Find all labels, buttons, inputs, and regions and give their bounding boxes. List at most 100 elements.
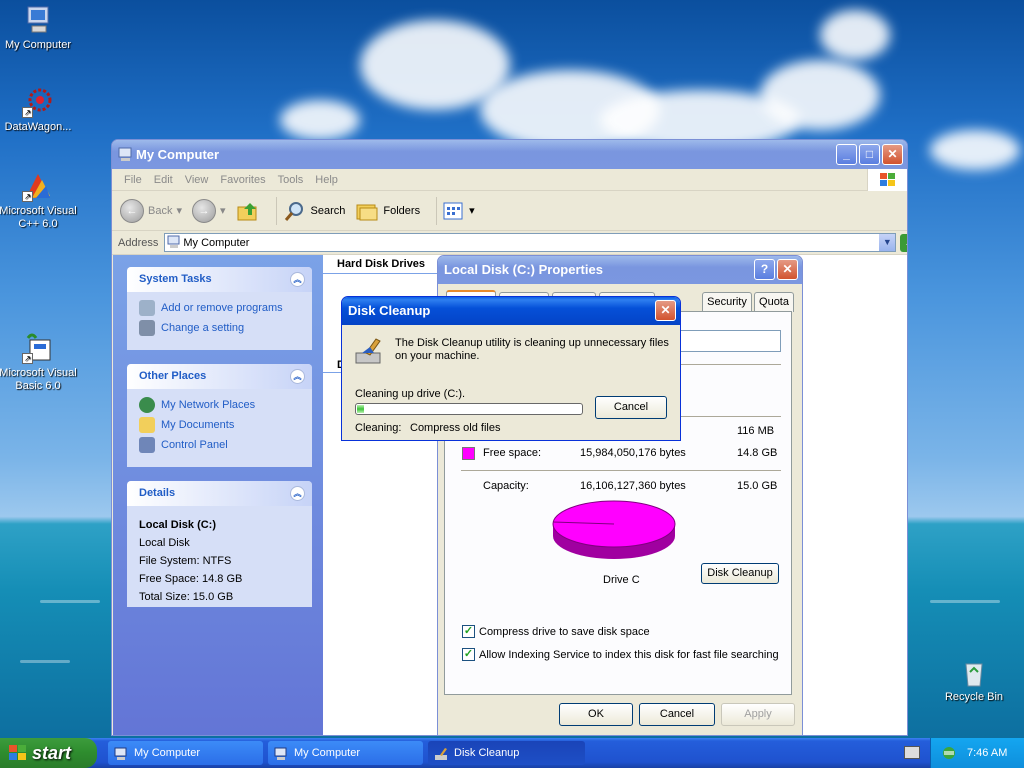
task-label: My Computer: [294, 747, 361, 759]
up-button[interactable]: [236, 199, 260, 223]
start-button[interactable]: start: [0, 738, 97, 768]
used-space-gb: 116 MB: [737, 425, 775, 437]
disk-usage-pie-chart: [552, 500, 676, 559]
properties-title: Local Disk (C:) Properties: [444, 262, 603, 277]
chevron-down-icon[interactable]: ▼: [879, 234, 896, 251]
drive-label: Drive C: [603, 574, 640, 586]
add-remove-programs-link[interactable]: Add or remove programs: [127, 298, 312, 318]
network-icon[interactable]: [941, 745, 957, 761]
disk-cleanup-icon: [434, 746, 448, 760]
progress-fill: [357, 405, 364, 413]
minimize-button[interactable]: _: [836, 144, 857, 165]
taskbar-item-disk-cleanup[interactable]: Disk Cleanup: [428, 741, 585, 765]
my-computer-icon: [118, 147, 132, 161]
keyboard-icon[interactable]: [904, 746, 920, 759]
chevron-down-icon: ▾: [176, 205, 182, 217]
back-button[interactable]: ← Back ▾: [120, 198, 182, 223]
taskbar-item-my-computer-2[interactable]: My Computer: [268, 741, 423, 765]
other-places-header[interactable]: Other Places ︽: [127, 364, 312, 389]
disk-cleanup-title: Disk Cleanup: [348, 303, 431, 318]
collapse-chevron-icon[interactable]: ︽: [290, 369, 305, 384]
desktop-icon-visual-basic[interactable]: ↗ Microsoft Visual Basic 6.0: [0, 332, 80, 393]
address-value: My Computer: [183, 236, 250, 249]
desktop-icon-label: Recycle Bin: [944, 691, 1004, 703]
menu-favorites[interactable]: Favorites: [214, 174, 271, 186]
link-label: My Network Places: [161, 399, 256, 411]
desktop-icon-visual-cpp[interactable]: ↗ Microsoft Visual C++ 6.0: [0, 170, 80, 231]
my-network-places-link[interactable]: My Network Places: [127, 395, 312, 415]
system-tasks-header[interactable]: System Tasks ︽: [127, 267, 312, 292]
control-panel-link[interactable]: Control Panel: [127, 435, 312, 455]
cleaning-item: Compress old files: [410, 422, 501, 434]
indexing-checkbox[interactable]: ✓ Allow Indexing Service to index this di…: [462, 648, 779, 661]
task-label: My Computer: [134, 747, 201, 759]
clock[interactable]: 7:46 AM: [967, 738, 1007, 768]
start-label: start: [32, 743, 72, 763]
address-input[interactable]: My Computer ▼: [164, 233, 897, 252]
folders-button[interactable]: Folders: [355, 199, 420, 223]
menu-help[interactable]: Help: [309, 174, 344, 186]
toolbar: ← Back ▾ → ▾ Search Folders ▾: [112, 191, 907, 231]
details-type: Local Disk: [139, 537, 190, 549]
desktop-icon-my-computer[interactable]: My Computer: [0, 4, 80, 52]
desktop-icon-recycle-bin[interactable]: Recycle Bin: [932, 656, 1016, 704]
free-space-label: Free space:: [483, 447, 542, 459]
link-label: Change a setting: [161, 322, 245, 334]
back-arrow-icon: ←: [120, 198, 144, 223]
cleanup-cancel-button[interactable]: Cancel: [595, 396, 667, 419]
go-button[interactable]: → Go: [900, 233, 907, 252]
menu-tools[interactable]: Tools: [272, 174, 310, 186]
desktop-icon-label: DataWagon...: [4, 121, 72, 133]
windows-logo-icon: [867, 169, 907, 191]
free-space-bytes: 15,984,050,176 bytes: [580, 447, 686, 459]
search-icon: [284, 201, 303, 221]
cleanup-drive-status: Cleaning up drive (C:).: [355, 388, 466, 400]
taskbar: start My Computer My Computer Disk Clean…: [0, 738, 1024, 768]
group-divider: [323, 273, 443, 274]
cancel-button[interactable]: Cancel: [639, 703, 715, 726]
forward-button[interactable]: → ▾: [192, 198, 226, 223]
help-button[interactable]: ?: [754, 259, 775, 280]
visual-basic-icon: ↗: [22, 332, 54, 364]
collapse-chevron-icon[interactable]: ︽: [290, 272, 305, 287]
details-header[interactable]: Details ︽: [127, 481, 312, 506]
my-documents-link[interactable]: My Documents: [127, 415, 312, 435]
compress-drive-checkbox[interactable]: ✓ Compress drive to save disk space: [462, 625, 650, 638]
close-button[interactable]: ✕: [777, 259, 798, 280]
visual-cpp-icon: ↗: [22, 170, 54, 202]
control-panel-icon: [139, 320, 155, 336]
views-icon: [443, 202, 463, 219]
compress-label: Compress drive to save disk space: [479, 625, 650, 638]
cloud: [760, 60, 880, 130]
toolbar-separator: [275, 196, 277, 225]
search-button[interactable]: Search: [283, 199, 345, 223]
window-titlebar[interactable]: My Computer _ □ ✕: [112, 140, 907, 169]
change-setting-link[interactable]: Change a setting: [127, 318, 312, 338]
taskbar-item-my-computer[interactable]: My Computer: [108, 741, 263, 765]
menu-view[interactable]: View: [179, 174, 215, 186]
maximize-button[interactable]: □: [859, 144, 880, 165]
menu-file[interactable]: File: [118, 174, 148, 186]
ok-button[interactable]: OK: [559, 703, 633, 726]
details-total-size: Total Size: 15.0 GB: [139, 591, 234, 603]
other-places-panel: Other Places ︽ My Network Places My Docu…: [127, 364, 312, 467]
tab-quota[interactable]: Quota: [754, 292, 794, 312]
menu-edit[interactable]: Edit: [148, 174, 179, 186]
tab-security[interactable]: Security: [702, 292, 752, 312]
add-remove-programs-icon: [139, 300, 155, 316]
desktop-icon-datawagon[interactable]: ↗ DataWagon...: [0, 86, 80, 134]
disk-cleanup-button[interactable]: Disk Cleanup: [701, 563, 779, 584]
window-title: My Computer: [136, 147, 220, 162]
system-tasks-title: System Tasks: [139, 273, 212, 285]
group-header: Hard Disk Drives: [337, 258, 426, 270]
disk-cleanup-titlebar[interactable]: Disk Cleanup ✕: [342, 297, 680, 325]
close-button[interactable]: ✕: [882, 144, 903, 165]
apply-button[interactable]: Apply: [721, 703, 795, 726]
views-button[interactable]: ▾: [443, 201, 475, 221]
close-button[interactable]: ✕: [655, 300, 676, 321]
collapse-chevron-icon[interactable]: ︽: [290, 486, 305, 501]
indexing-label: Allow Indexing Service to index this dis…: [479, 648, 779, 661]
shortcut-arrow-icon: ↗: [22, 353, 33, 364]
properties-titlebar[interactable]: Local Disk (C:) Properties ? ✕: [438, 256, 802, 284]
desktop: My Computer ↗ DataWagon... ↗ Microsoft V…: [0, 0, 1024, 738]
